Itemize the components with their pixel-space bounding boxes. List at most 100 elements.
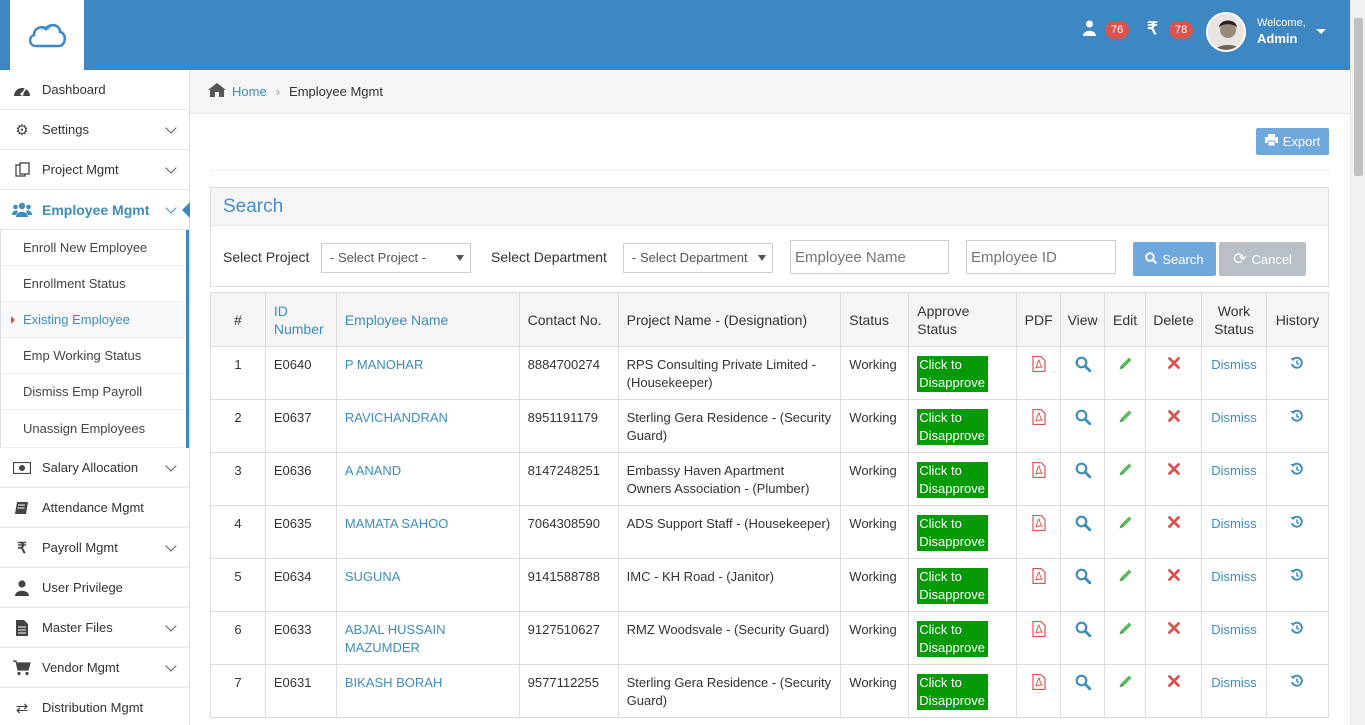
history-icon[interactable] bbox=[1290, 409, 1304, 428]
dismiss-link[interactable]: Dismiss bbox=[1211, 675, 1257, 690]
delete-icon[interactable] bbox=[1167, 409, 1180, 427]
users-icon bbox=[12, 202, 32, 218]
user-notification-icon[interactable] bbox=[1083, 20, 1096, 41]
submenu-dismiss-emp-payroll[interactable]: Dismiss Emp Payroll bbox=[0, 374, 186, 410]
dismiss-link[interactable]: Dismiss bbox=[1211, 569, 1257, 584]
approve-toggle-button[interactable]: Click to Disapprove bbox=[917, 409, 989, 445]
dismiss-link[interactable]: Dismiss bbox=[1211, 410, 1257, 425]
approve-toggle-button[interactable]: Click to Disapprove bbox=[917, 462, 989, 498]
sidebar-item-dashboard[interactable]: Dashboard bbox=[0, 70, 189, 110]
submenu-emp-working-status[interactable]: Emp Working Status bbox=[0, 338, 186, 374]
col-header-name[interactable]: Employee Name bbox=[335, 292, 520, 347]
sidebar-item-master-files[interactable]: Master Files bbox=[0, 608, 189, 648]
delete-icon[interactable] bbox=[1167, 515, 1180, 533]
edit-pencil-icon[interactable] bbox=[1118, 356, 1133, 376]
cell-pdf bbox=[1016, 558, 1062, 612]
edit-pencil-icon[interactable] bbox=[1118, 515, 1133, 535]
edit-pencil-icon[interactable] bbox=[1118, 462, 1133, 482]
sidebar-item-user-privilege[interactable]: User Privilege bbox=[0, 568, 189, 608]
rupee-icon[interactable]: ₹ bbox=[1147, 19, 1158, 39]
sidebar-item-distribution-mgmt[interactable]: ⇄ Distribution Mgmt bbox=[0, 688, 189, 725]
home-icon[interactable] bbox=[208, 83, 226, 100]
submenu-enroll-new-employee[interactable]: Enroll New Employee bbox=[0, 230, 186, 266]
select-department-dropdown[interactable]: - Select Department bbox=[623, 243, 773, 273]
sidebar-item-project-mgmt[interactable]: Project Mgmt bbox=[0, 150, 189, 190]
col-header-edit: Edit bbox=[1104, 292, 1147, 347]
submenu-unassign-employees[interactable]: Unassign Employees bbox=[0, 410, 186, 448]
view-search-icon[interactable] bbox=[1075, 356, 1092, 377]
employee-name-link[interactable]: MAMATA SAHOO bbox=[345, 516, 449, 531]
view-search-icon[interactable] bbox=[1075, 674, 1092, 695]
approve-toggle-button[interactable]: Click to Disapprove bbox=[917, 568, 989, 604]
view-search-icon[interactable] bbox=[1075, 409, 1092, 430]
delete-icon[interactable] bbox=[1167, 621, 1180, 639]
delete-icon[interactable] bbox=[1167, 674, 1180, 692]
delete-icon[interactable] bbox=[1167, 568, 1180, 586]
sidebar-item-payroll-mgmt[interactable]: ₹ Payroll Mgmt bbox=[0, 528, 189, 568]
employee-name-input[interactable] bbox=[790, 240, 949, 274]
view-search-icon[interactable] bbox=[1075, 462, 1092, 483]
history-icon[interactable] bbox=[1290, 568, 1304, 587]
pdf-icon[interactable] bbox=[1032, 461, 1046, 483]
submenu-existing-employee[interactable]: Existing Employee bbox=[0, 302, 186, 338]
history-icon[interactable] bbox=[1290, 515, 1304, 534]
employee-name-link[interactable]: RAVICHANDRAN bbox=[345, 410, 448, 425]
dismiss-link[interactable]: Dismiss bbox=[1211, 516, 1257, 531]
sidebar-item-employee-mgmt[interactable]: Employee Mgmt bbox=[0, 190, 190, 230]
user-menu-caret-icon[interactable] bbox=[1316, 29, 1326, 34]
vertical-scrollbar[interactable] bbox=[1350, 0, 1365, 725]
cell-approve: Click to Disapprove bbox=[908, 399, 1018, 453]
delete-icon[interactable] bbox=[1167, 356, 1180, 374]
dismiss-link[interactable]: Dismiss bbox=[1211, 622, 1257, 637]
approve-toggle-button[interactable]: Click to Disapprove bbox=[917, 356, 989, 392]
scrollbar-thumb[interactable] bbox=[1354, 18, 1363, 176]
col-header-id[interactable]: ID Number bbox=[264, 292, 337, 347]
dismiss-link[interactable]: Dismiss bbox=[1211, 357, 1257, 372]
employee-name-link[interactable]: SUGUNA bbox=[345, 569, 401, 584]
employee-name-link[interactable]: P MANOHAR bbox=[345, 357, 424, 372]
search-button[interactable]: Search bbox=[1133, 242, 1216, 276]
sidebar-item-attendance-mgmt[interactable]: Attendance Mgmt bbox=[0, 488, 189, 528]
pdf-icon[interactable] bbox=[1032, 620, 1046, 642]
table-row: 7 E0631 BIKASH BORAH 9577112255 Sterling Ger… bbox=[210, 664, 1330, 718]
pdf-icon[interactable] bbox=[1032, 355, 1046, 377]
history-icon[interactable] bbox=[1290, 462, 1304, 481]
history-icon[interactable] bbox=[1290, 621, 1304, 640]
view-search-icon[interactable] bbox=[1075, 621, 1092, 642]
edit-pencil-icon[interactable] bbox=[1118, 674, 1133, 694]
history-icon[interactable] bbox=[1290, 356, 1304, 375]
select-project-dropdown[interactable]: - Select Project - bbox=[321, 243, 471, 273]
approve-toggle-button[interactable]: Click to Disapprove bbox=[917, 674, 989, 710]
submenu-enrollment-status[interactable]: Enrollment Status bbox=[0, 266, 186, 302]
logo[interactable]: ERP bbox=[10, 0, 84, 70]
sidebar-item-vendor-mgmt[interactable]: Vendor Mgmt bbox=[0, 648, 189, 688]
view-search-icon[interactable] bbox=[1075, 568, 1092, 589]
pdf-icon[interactable] bbox=[1032, 567, 1046, 589]
approve-toggle-button[interactable]: Click to Disapprove bbox=[917, 621, 989, 657]
employee-name-link[interactable]: A ANAND bbox=[345, 463, 401, 478]
book-icon bbox=[12, 500, 32, 516]
edit-pencil-icon[interactable] bbox=[1118, 621, 1133, 641]
pdf-icon[interactable] bbox=[1032, 408, 1046, 430]
dismiss-link[interactable]: Dismiss bbox=[1211, 463, 1257, 478]
view-search-icon[interactable] bbox=[1075, 515, 1092, 536]
employee-id-input[interactable] bbox=[966, 240, 1116, 274]
history-icon[interactable] bbox=[1290, 674, 1304, 693]
pdf-icon[interactable] bbox=[1032, 514, 1046, 536]
pdf-icon[interactable] bbox=[1032, 673, 1046, 695]
cancel-button[interactable]: ⟳ Cancel bbox=[1219, 242, 1306, 276]
employee-name-link[interactable]: BIKASH BORAH bbox=[345, 675, 443, 690]
edit-pencil-icon[interactable] bbox=[1118, 568, 1133, 588]
avatar[interactable] bbox=[1206, 12, 1246, 52]
breadcrumb-home-link[interactable]: Home bbox=[232, 84, 267, 99]
logo-text: ERP bbox=[41, 26, 52, 32]
col-header-contact: Contact No. bbox=[518, 292, 619, 347]
sidebar-item-settings[interactable]: ⚙ Settings bbox=[0, 110, 189, 150]
approve-toggle-button[interactable]: Click to Disapprove bbox=[917, 515, 989, 551]
sidebar-item-salary-allocation[interactable]: Salary Allocation bbox=[0, 448, 189, 488]
edit-pencil-icon[interactable] bbox=[1118, 409, 1133, 429]
delete-icon[interactable] bbox=[1167, 462, 1180, 480]
employee-name-link[interactable]: ABJAL HUSSAIN MAZUMDER bbox=[345, 622, 446, 655]
export-button[interactable]: Export bbox=[1256, 128, 1329, 155]
username[interactable]: Admin bbox=[1257, 31, 1297, 46]
